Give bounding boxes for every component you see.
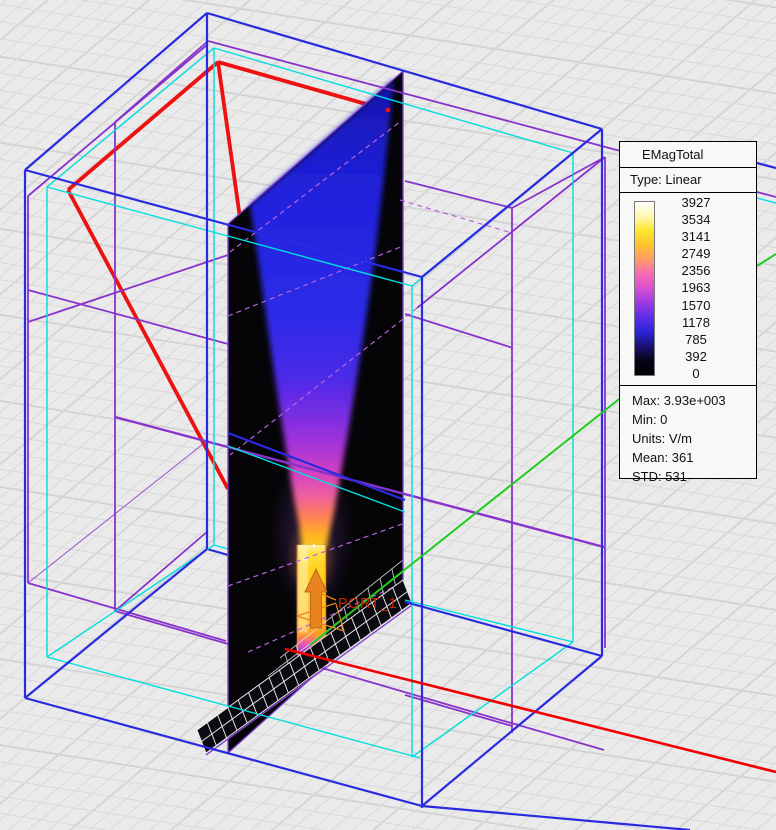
stat-max: Max: 3.93e+003	[632, 391, 750, 410]
simulation-viewport[interactable]: PORT_1 EMagTotal Type: Linear 3927 3534 …	[0, 0, 776, 830]
field-legend: EMagTotal Type: Linear 3927 3534 3141 27…	[619, 141, 757, 479]
stat-units: Units: V/m	[632, 429, 750, 448]
tick-label: 1178	[660, 315, 732, 330]
tick-label: 3927	[660, 195, 732, 210]
cyan-box-edge	[214, 545, 228, 549]
legend-title: EMagTotal	[620, 142, 756, 168]
tick-label: 2749	[660, 246, 732, 261]
field-cut-plane	[228, 71, 512, 753]
tick-label: 785	[660, 332, 732, 347]
port-label: PORT_1	[338, 596, 397, 612]
legend-colorbar-section: 3927 3534 3141 2749 2356 1963 1570 1178 …	[620, 193, 756, 386]
stat-min: Min: 0	[632, 410, 750, 429]
tick-label: 1570	[660, 298, 732, 313]
tick-label: 2356	[660, 263, 732, 278]
legend-stats: Max: 3.93e+003 Min: 0 Units: V/m Mean: 3…	[620, 386, 756, 480]
legend-type: Type: Linear	[620, 168, 756, 193]
tick-label: 392	[660, 349, 732, 364]
tick-label: 3141	[660, 229, 732, 244]
stat-mean: Mean: 361	[632, 448, 750, 467]
stat-std: STD: 531	[632, 467, 750, 486]
tick-label: 1963	[660, 280, 732, 295]
tick-label: 3534	[660, 212, 732, 227]
colorbar-ticks: 3927 3534 3141 2749 2356 1963 1570 1178 …	[660, 193, 732, 383]
field-hotspot	[312, 544, 315, 547]
colorbar	[634, 201, 655, 376]
y-axis-green-stub	[757, 254, 776, 266]
antenna-vertex-dot	[386, 108, 391, 113]
outer-box-edge	[207, 549, 228, 555]
tick-label: 0	[660, 366, 732, 381]
x-axis-red	[285, 649, 776, 772]
